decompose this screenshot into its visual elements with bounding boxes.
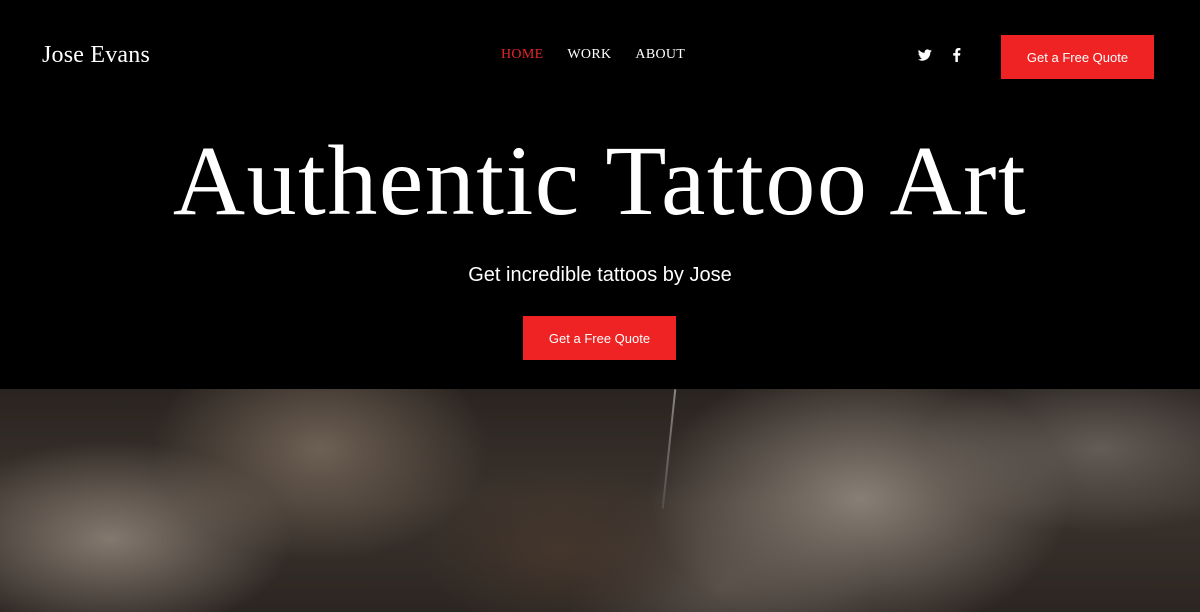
main-nav: HOME WORK ABOUT xyxy=(501,47,685,63)
facebook-icon[interactable] xyxy=(950,48,964,62)
hero-title: Authentic Tattoo Art xyxy=(172,125,1028,236)
hero-quote-button[interactable]: Get a Free Quote xyxy=(523,316,676,360)
nav-home-link[interactable]: HOME xyxy=(501,47,543,63)
nav-about-link[interactable]: ABOUT xyxy=(635,47,685,63)
site-header: Jose Evans HOME WORK ABOUT Get a Free Qu… xyxy=(0,0,1200,112)
nav-work-link[interactable]: WORK xyxy=(567,47,611,63)
social-links xyxy=(918,48,964,62)
hero-photo xyxy=(0,389,1200,612)
hero-subtitle: Get incredible tattoos by Jose xyxy=(468,264,732,286)
site-logo[interactable]: Jose Evans xyxy=(42,42,150,69)
header-quote-button[interactable]: Get a Free Quote xyxy=(1001,35,1154,79)
twitter-icon[interactable] xyxy=(918,48,932,62)
tattoo-needle xyxy=(661,389,677,509)
